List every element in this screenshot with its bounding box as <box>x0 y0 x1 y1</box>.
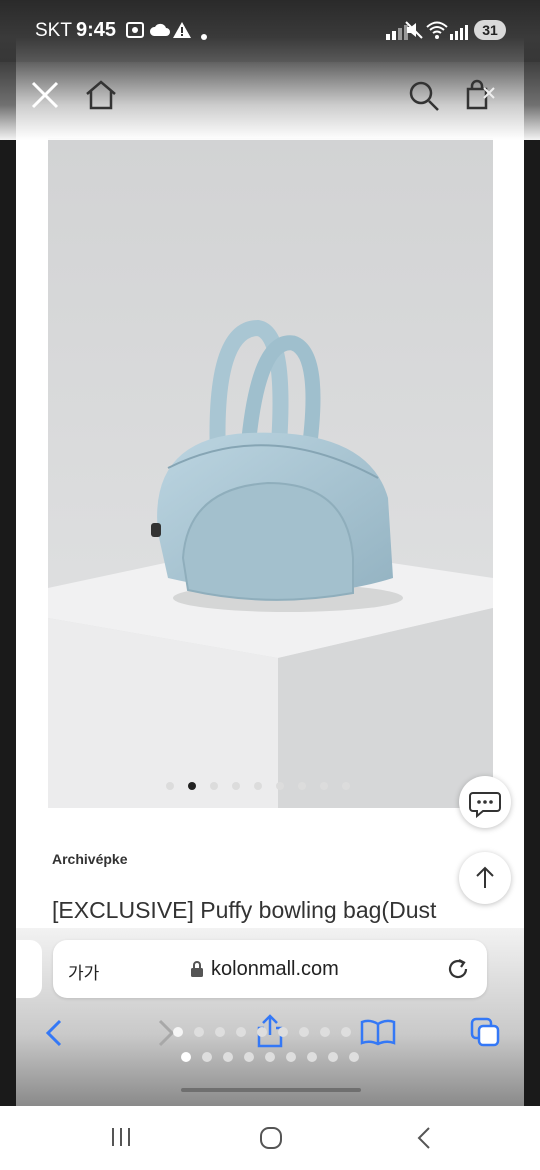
page-dot <box>223 1052 233 1062</box>
address-bar[interactable]: 가가 kolonmall.com <box>53 940 487 998</box>
chat-icon <box>469 792 501 819</box>
page-dot <box>257 1027 267 1037</box>
site-header <box>0 62 540 140</box>
text-size-button[interactable]: 가가 <box>68 959 99 984</box>
chat-button[interactable] <box>459 776 511 828</box>
page-dot <box>173 1027 183 1037</box>
url-text[interactable]: kolonmall.com <box>211 958 339 981</box>
carousel-dot[interactable] <box>232 782 240 790</box>
page-indicator-overlay <box>173 1027 373 1037</box>
page-dot <box>265 1052 275 1062</box>
signal-bars-icon <box>450 24 470 45</box>
scroll-top-button[interactable] <box>459 852 511 904</box>
search-icon[interactable] <box>408 80 440 117</box>
home-indicator[interactable] <box>181 1088 361 1092</box>
page-dot <box>202 1052 212 1062</box>
carousel-dot[interactable] <box>298 782 306 790</box>
brand-name[interactable]: Archivépke <box>52 851 127 867</box>
carousel-dot[interactable] <box>320 782 328 790</box>
page-dot <box>328 1052 338 1062</box>
page-dot <box>244 1052 254 1062</box>
android-nav-bar <box>0 1106 540 1170</box>
tabs-icon[interactable] <box>469 1016 501 1053</box>
android-back-icon[interactable] <box>414 1126 434 1155</box>
battery-indicator: 31 <box>474 20 506 40</box>
home-circle-icon[interactable] <box>259 1126 283 1155</box>
carousel-dot[interactable] <box>276 782 284 790</box>
previous-tab-preview[interactable] <box>16 940 42 998</box>
screen-record-icon <box>125 20 145 45</box>
carousel-dot[interactable] <box>188 782 196 790</box>
page-dot <box>215 1027 225 1037</box>
home-icon[interactable] <box>84 79 118 116</box>
mute-icon <box>404 20 424 45</box>
carousel-dot[interactable] <box>254 782 262 790</box>
warning-icon <box>172 20 192 45</box>
dot-icon <box>201 27 207 45</box>
carousel-dot[interactable] <box>342 782 350 790</box>
page-dot <box>320 1027 330 1037</box>
page-dot <box>236 1027 246 1037</box>
recents-icon[interactable] <box>110 1126 132 1153</box>
status-bar: SKT 9:45 31 <box>0 0 540 62</box>
page-dot <box>307 1052 317 1062</box>
clock: 9:45 <box>76 19 117 41</box>
close-icon[interactable] <box>28 78 62 117</box>
reload-icon[interactable] <box>445 956 471 987</box>
shopping-bag-icon[interactable] <box>462 78 496 117</box>
page-dot <box>299 1027 309 1037</box>
page-dot <box>278 1027 288 1037</box>
carrier-label: SKT <box>35 20 72 41</box>
back-icon[interactable] <box>42 1018 68 1053</box>
product-title: [EXCLUSIVE] Puffy bowling bag(Dust <box>52 897 437 923</box>
lock-icon <box>190 960 204 983</box>
page-dot <box>341 1027 351 1037</box>
page-dot <box>194 1027 204 1037</box>
page-dot <box>349 1052 359 1062</box>
carousel-dot[interactable] <box>166 782 174 790</box>
page-dot <box>181 1052 191 1062</box>
arrow-up-icon <box>476 866 494 888</box>
cloud-icon <box>149 20 171 45</box>
carousel-dot[interactable] <box>210 782 218 790</box>
page-indicator <box>181 1052 381 1062</box>
page-dot <box>286 1052 296 1062</box>
wifi-icon <box>426 20 448 45</box>
product-image[interactable] <box>48 138 493 808</box>
